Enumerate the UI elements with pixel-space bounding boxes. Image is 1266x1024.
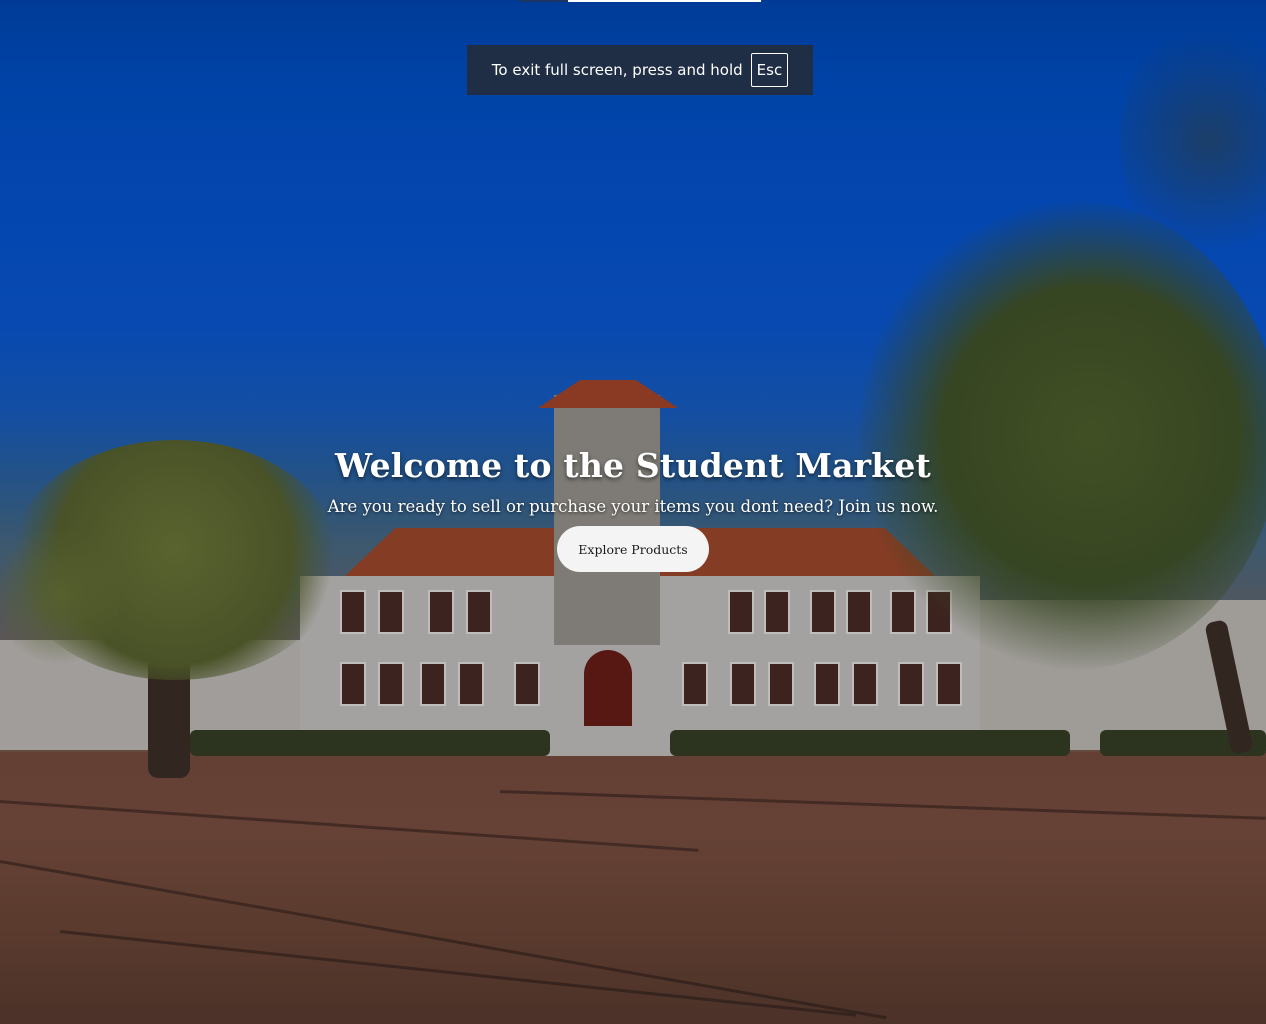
hero-subtitle: Are you ready to sell or purchase your i… xyxy=(327,497,939,516)
hero-section: To exit full screen, press and hold Esc … xyxy=(0,0,1266,1024)
fullscreen-edge-indicator xyxy=(519,0,567,2)
hero-title: Welcome to the Student Market xyxy=(335,446,931,485)
esc-key-label: Esc xyxy=(750,53,789,87)
explore-products-button[interactable]: Explore Products xyxy=(557,526,709,572)
fullscreen-edge-indicator xyxy=(568,0,761,2)
fullscreen-exit-notice: To exit full screen, press and hold Esc xyxy=(467,45,813,95)
fullscreen-notice-text: To exit full screen, press and hold xyxy=(491,61,743,79)
hero-content: Welcome to the Student Market Are you re… xyxy=(0,446,1266,572)
